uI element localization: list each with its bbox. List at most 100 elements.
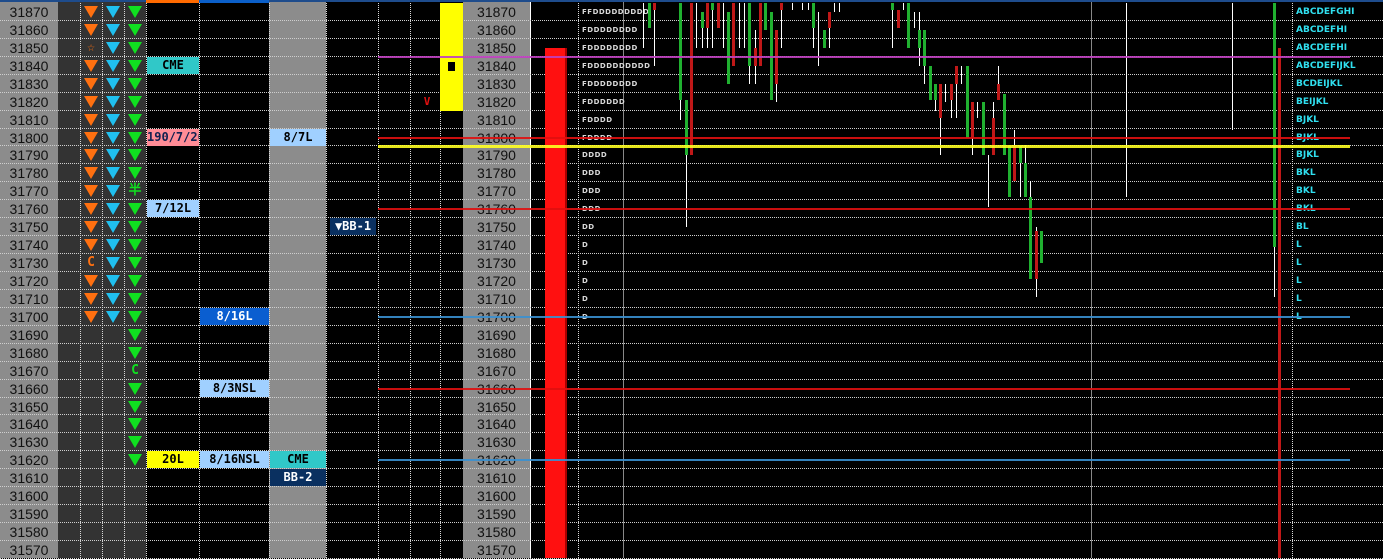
candle-body (700, 12, 704, 29)
price-label: 31600 (477, 488, 516, 505)
orange-down-triangle-icon (84, 6, 98, 18)
column-divider (1292, 0, 1293, 558)
price-label: 31570 (477, 541, 516, 558)
row-divider (0, 522, 1383, 523)
row-divider (0, 486, 1383, 488)
price-label: 31830 (9, 75, 49, 92)
candle-body (965, 65, 969, 138)
orange-marker: C (87, 255, 95, 270)
orange-down-triangle-icon (84, 113, 98, 126)
note-label-notes4[interactable]: ▼BB-1 (330, 218, 376, 236)
green-down-triangle-icon (128, 113, 142, 126)
note-label-notes3[interactable]: CME (270, 451, 326, 469)
note-label-notes2[interactable]: 8/16NSL (200, 451, 269, 469)
profile-letters: BEIJKL (1296, 96, 1329, 107)
candle-body (811, 3, 815, 29)
price-label: 31610 (477, 470, 516, 487)
candle-body (1008, 144, 1011, 197)
orange-down-triangle-icon (84, 310, 98, 323)
price-label: 31840 (9, 57, 49, 74)
column-divider (80, 0, 81, 558)
price-level-line (378, 387, 1350, 390)
price-label: 31750 (9, 219, 49, 236)
tpo-letters: FDDDDDDDDDD (582, 61, 651, 70)
cyan-down-triangle-icon (106, 23, 120, 36)
price-label: 31610 (9, 470, 49, 487)
price-label: 31840 (477, 57, 516, 74)
cyan-down-triangle-icon (106, 257, 120, 269)
candle-wick (738, 3, 740, 48)
price-label: 31590 (477, 506, 516, 522)
price-label: 31790 (9, 147, 49, 164)
orange-star-icon: ☆ (87, 39, 95, 55)
tpo-letters: DD (582, 223, 595, 232)
note-label-notes1[interactable]: 7/12L (147, 200, 199, 218)
price-label: 31710 (477, 290, 516, 307)
candle-body (997, 83, 1001, 100)
green-down-triangle-icon (128, 131, 142, 144)
cyan-down-triangle-icon (106, 6, 120, 18)
note-label-notes2[interactable]: 8/3NSL (200, 379, 269, 397)
price-label: 31790 (477, 147, 516, 164)
candle-body (780, 3, 784, 11)
candle-wick (744, 3, 745, 48)
price-label: 31750 (477, 219, 516, 236)
tpo-letters: DDDD (582, 151, 608, 160)
green-down-triangle-icon (128, 239, 142, 252)
note-label-notes3[interactable]: 8/7L (270, 128, 326, 146)
orange-down-triangle-icon (84, 167, 98, 180)
candle-body (1039, 230, 1043, 263)
note-label-notes1[interactable]: 20L (147, 451, 199, 469)
candle-body (1023, 162, 1027, 197)
profile-letters: BJKL (1296, 114, 1319, 125)
row-divider (0, 539, 1383, 541)
candle-body (822, 29, 826, 48)
row-divider (0, 253, 1383, 254)
cyan-down-triangle-icon (106, 113, 120, 126)
price-label: 31590 (9, 506, 49, 522)
column-divider (378, 0, 379, 558)
orange-down-triangle-icon (84, 77, 98, 90)
price-label: 31780 (9, 165, 49, 182)
green-down-triangle-icon (128, 257, 142, 269)
candle-wick (977, 101, 979, 118)
orange-down-triangle-icon (84, 95, 98, 108)
column-divider (146, 0, 147, 558)
price-label: 31680 (9, 344, 49, 361)
tpo-letters: D (582, 276, 589, 285)
green-down-triangle-icon (128, 274, 142, 287)
green-down-triangle-icon (128, 59, 142, 72)
candle-body (827, 12, 831, 29)
price-label: 31710 (9, 290, 49, 307)
profile-letters: L (1296, 293, 1302, 304)
candle-wick (945, 83, 947, 102)
note-label-notes1[interactable]: 190/7/26H (147, 128, 199, 146)
price-level-line (378, 459, 1350, 462)
tpo-letters: FDDDDDDDD (582, 25, 638, 34)
row-divider (0, 288, 1383, 290)
note-label-notes1[interactable]: CME (147, 56, 199, 74)
price-label: 31870 (477, 4, 516, 20)
tpo-letters: FDDDDDD (582, 97, 626, 106)
candle-body (970, 101, 974, 138)
price-level-line (378, 208, 1350, 211)
cyan-down-triangle-icon (106, 41, 120, 54)
green-down-triangle-icon (128, 95, 142, 108)
candle-wick (722, 3, 724, 48)
orange-down-triangle-icon (84, 131, 98, 144)
candle-body (1013, 144, 1017, 181)
note-label-notes2[interactable]: 8/16L (200, 307, 269, 325)
profile-letters: BJKL (1296, 150, 1319, 161)
candle-body (891, 3, 895, 11)
candle-wick (1125, 3, 1127, 197)
cyan-down-triangle-icon (106, 131, 120, 144)
row-divider (0, 414, 1383, 416)
orange-down-triangle-icon (84, 185, 98, 198)
note-label-notes3[interactable]: BB-2 (270, 469, 326, 487)
column-divider (530, 0, 531, 558)
price-label: 31720 (9, 272, 49, 289)
price-label: 31630 (477, 434, 516, 451)
price-label: 31700 (9, 308, 49, 325)
tpo-letters: DDD (582, 187, 601, 196)
price-label: 31760 (9, 201, 49, 218)
